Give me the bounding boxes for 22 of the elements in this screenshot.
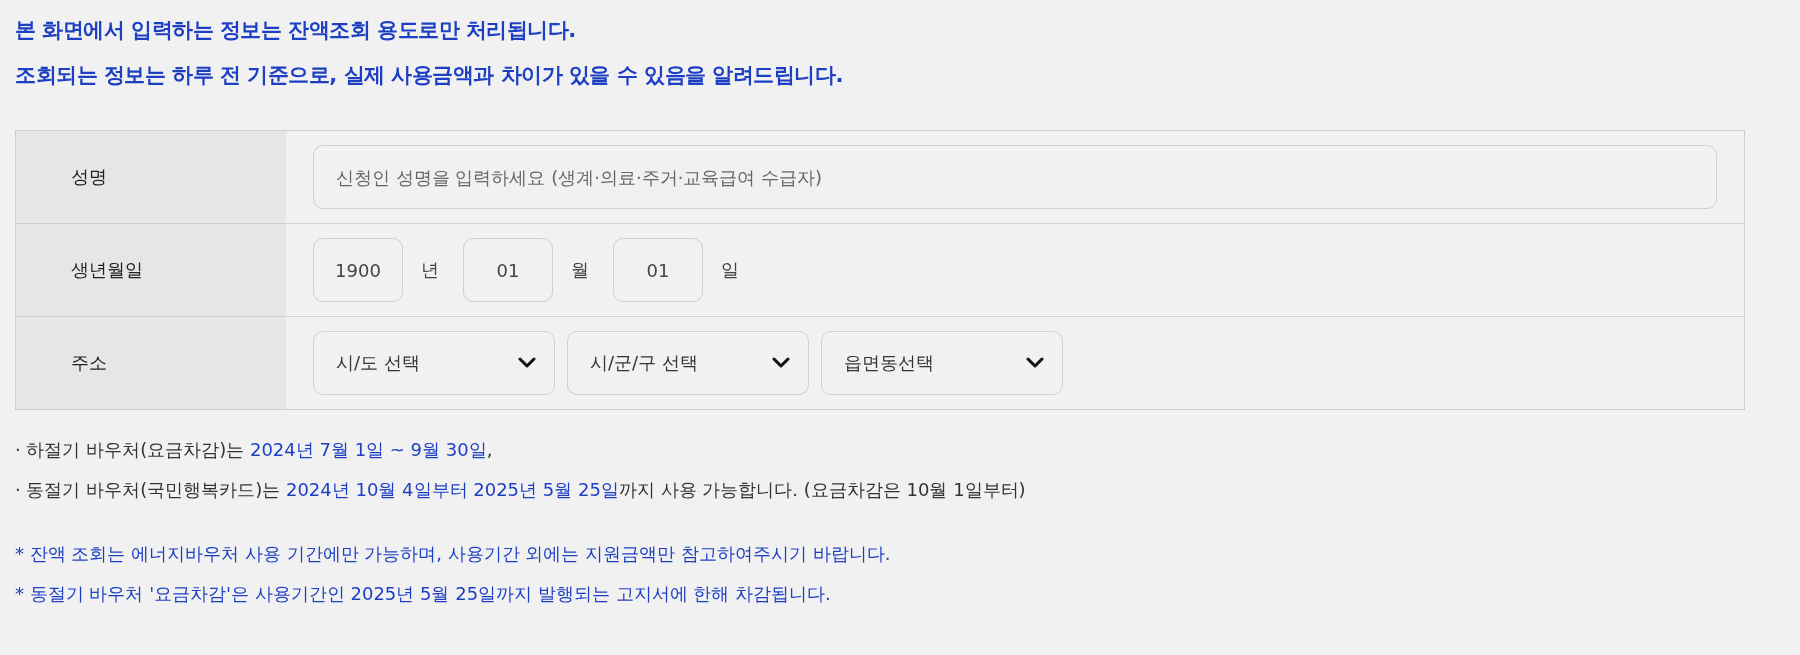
- date-unit-label: 일: [721, 258, 739, 282]
- row-label: 주소: [16, 317, 286, 409]
- name-input-field[interactable]: 신청인 성명을 입력하세요 (생계·의료·주거·교육급여 수급자): [313, 145, 1717, 209]
- date-unit-label: 월: [571, 258, 589, 282]
- date-input-field[interactable]: 01: [463, 238, 553, 302]
- address-dropdown[interactable]: 시/군/구 선택: [567, 331, 809, 395]
- date-input-field[interactable]: 1900: [313, 238, 403, 302]
- period-text: · 동절기 바우처(국민행복카드)는 2024년 10월 4일부터 2025년 5월 25일까지 사용 가능합니다. (요금차감은 10월 1일부터): [15, 478, 1027, 502]
- notice-text: 조회되는 정보는 하루 전 기준으로, 실제 사용금액과 차이가 있을 수 있음을 알려드립니다.: [15, 62, 844, 89]
- row-label: 생년월일: [16, 224, 286, 316]
- address-dropdown[interactable]: 시/도 선택: [313, 331, 555, 395]
- chevron-down-icon: [518, 357, 536, 369]
- notice-text: 본 화면에서 입력하는 정보는 잔액조회 용도로만 처리됩니다.: [15, 17, 577, 44]
- period-text: · 하절기 바우처(요금차감)는 2024년 7월 1일 ~ 9월 30일,: [15, 438, 494, 462]
- chevron-down-icon: [1026, 357, 1044, 369]
- date-input-field[interactable]: 01: [613, 238, 703, 302]
- row-label: 성명: [16, 131, 286, 223]
- date-unit-label: 년: [421, 258, 439, 282]
- address-dropdown[interactable]: 읍면동선택: [821, 331, 1063, 395]
- chevron-down-icon: [772, 357, 790, 369]
- remark-text: * 잔액 조회는 에너지바우처 사용 기간에만 가능하며, 사용기간 외에는 지원금액만 참고하여주시기 바랍니다.: [15, 542, 892, 566]
- remark-text: * 동절기 바우처 '요금차감'은 사용기간인 2025년 5월 25일까지 발행되는 고지서에 한해 차감됩니다.: [15, 582, 832, 606]
